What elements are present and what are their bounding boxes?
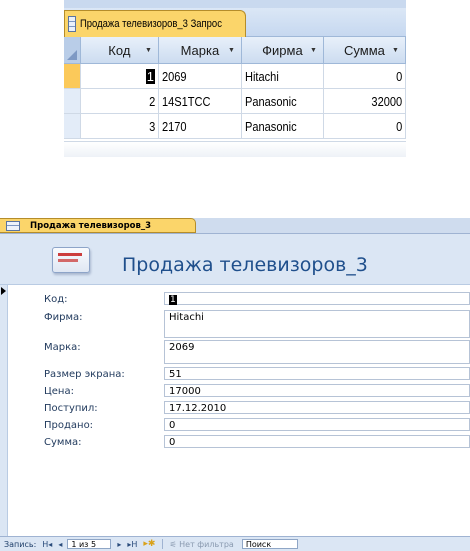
cell-marka[interactable]: 2170	[159, 114, 242, 138]
new-record-button[interactable]: ▸✱	[143, 539, 155, 549]
table-row[interactable]: 3 2170 Panasonic 0	[64, 114, 406, 139]
cell-summa[interactable]: 32000	[324, 89, 406, 113]
query-tab-label: Продажа телевизоров_3 Запрос	[79, 18, 222, 30]
search-input[interactable]: Поиск	[241, 539, 298, 549]
label-razmer-ekrana: Размер экрана:	[44, 369, 125, 380]
dropdown-arrow-icon[interactable]: ▼	[145, 47, 152, 54]
current-record-icon	[1, 287, 6, 295]
form-tab-label: Продажа телевизоров_3	[30, 220, 152, 231]
table-row[interactable]: 2 14S1TCC Panasonic 32000	[64, 89, 406, 114]
cell-kod[interactable]: 3	[81, 114, 159, 138]
form-icon	[6, 220, 20, 231]
row-selector[interactable]	[64, 64, 81, 88]
label-prodano: Продано:	[44, 420, 94, 431]
field-razmer-ekrana[interactable]: 51	[164, 367, 470, 380]
next-record-button[interactable]: ▸	[117, 540, 121, 549]
column-header-summa[interactable]: Сумма ▼	[324, 37, 406, 63]
field-prodano[interactable]: 0	[164, 418, 470, 431]
query-tab[interactable]: Продажа телевизоров_3 Запрос	[64, 10, 246, 37]
cell-kod[interactable]: 1	[81, 64, 159, 88]
form-logo-icon	[46, 244, 96, 274]
cell-firma[interactable]: Hitachi	[242, 64, 324, 88]
field-marka[interactable]: 2069	[164, 340, 470, 364]
row-selector[interactable]	[64, 89, 81, 113]
column-header-kod[interactable]: Код ▼	[81, 37, 159, 63]
query-datasheet: Продажа телевизоров_3 Запрос Код ▼ Марка…	[64, 0, 406, 157]
dropdown-arrow-icon[interactable]: ▼	[228, 47, 235, 54]
field-tsena[interactable]: 17000	[164, 384, 470, 397]
label-firma: Фирма:	[44, 312, 83, 323]
datasheet-header: Код ▼ Марка ▼ Фирма ▼ Сумма ▼	[64, 37, 406, 64]
cell-marka[interactable]: 2069	[159, 64, 242, 88]
field-firma[interactable]: Hitachi	[164, 310, 470, 338]
dropdown-arrow-icon[interactable]: ▼	[310, 47, 317, 54]
separator	[162, 539, 164, 549]
form-tab-bar: Продажа телевизоров_3	[0, 218, 470, 234]
column-header-firma[interactable]: Фирма ▼	[242, 37, 324, 63]
record-position-field[interactable]: 1 из 5	[67, 539, 112, 549]
no-filter-button[interactable]: ⚟ Нет фильтра	[169, 540, 233, 549]
label-tsena: Цена:	[44, 386, 74, 397]
funnel-icon: ⚟	[169, 539, 177, 549]
last-record-button[interactable]: ▸H	[127, 540, 137, 549]
query-table-icon	[68, 16, 76, 32]
record-navigation-bar: Запись: H◂ ◂ 1 из 5 ▸ ▸H ▸✱ ⚟ Нет фильтр…	[0, 536, 470, 551]
cell-firma[interactable]: Panasonic	[242, 89, 324, 113]
cell-marka[interactable]: 14S1TCC	[159, 89, 242, 113]
cell-kod[interactable]: 2	[81, 89, 159, 113]
previous-record-button[interactable]: ◂	[58, 540, 62, 549]
record-label: Запись:	[4, 539, 37, 549]
form-header: Продажа телевизоров_3	[0, 234, 470, 285]
first-record-button[interactable]: H◂	[42, 540, 52, 549]
form-tab[interactable]: Продажа телевизоров_3	[0, 218, 196, 233]
dropdown-arrow-icon[interactable]: ▼	[392, 47, 399, 54]
datasheet-continuation	[64, 141, 406, 157]
record-selector[interactable]	[0, 285, 8, 536]
cell-summa[interactable]: 0	[324, 114, 406, 138]
cell-summa[interactable]: 0	[324, 64, 406, 88]
form-window: Продажа телевизоров_3 Продажа телевизоро…	[0, 218, 470, 550]
label-marka: Марка:	[44, 342, 81, 353]
label-postupil: Поступил:	[44, 403, 98, 414]
row-selector[interactable]	[64, 114, 81, 138]
field-kod[interactable]: 1	[164, 292, 470, 305]
cell-firma[interactable]: Panasonic	[242, 114, 324, 138]
query-tab-bar: Продажа телевизоров_3 Запрос	[64, 8, 406, 37]
field-postupil[interactable]: 17.12.2010	[164, 401, 470, 414]
label-summa: Сумма:	[44, 437, 82, 448]
column-header-marka[interactable]: Марка ▼	[159, 37, 242, 63]
form-title: Продажа телевизоров_3	[122, 254, 368, 276]
table-row[interactable]: 1 2069 Hitachi 0	[64, 64, 406, 89]
label-kod: Код:	[44, 294, 68, 305]
field-summa[interactable]: 0	[164, 435, 470, 448]
window-top-strip	[64, 0, 406, 8]
select-all-button[interactable]	[64, 37, 81, 63]
